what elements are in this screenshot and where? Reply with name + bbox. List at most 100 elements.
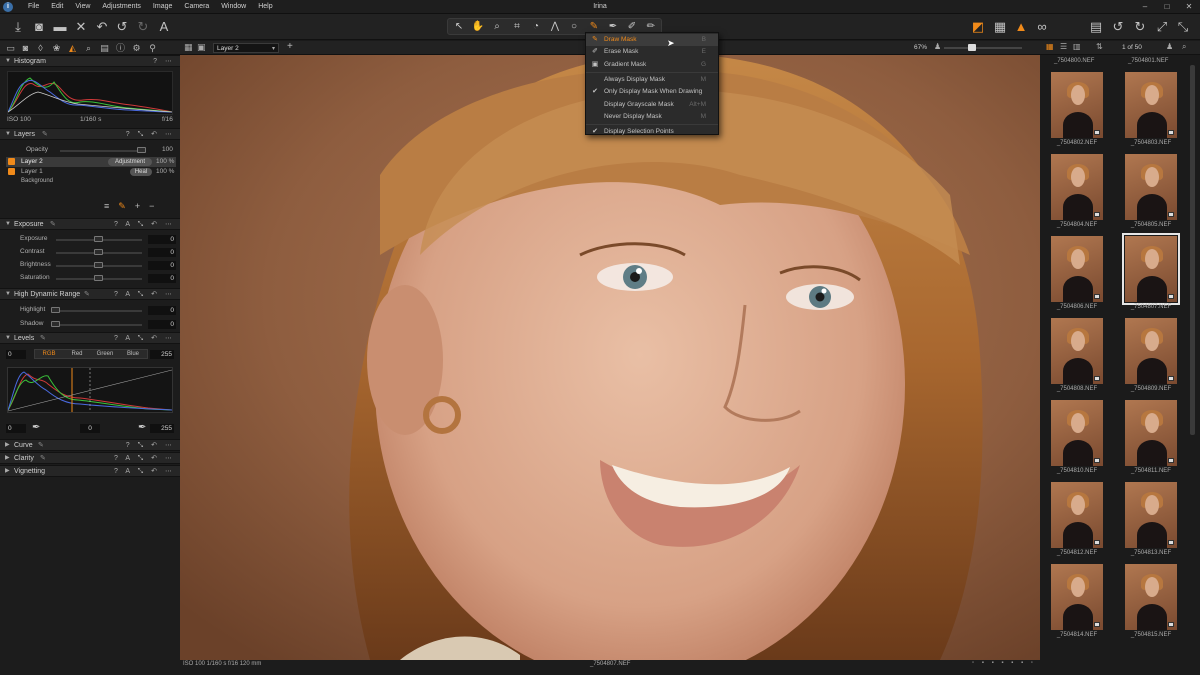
exposure-tab-icon[interactable]: ◭	[66, 42, 79, 54]
viewer-page-dots[interactable]: ▫ ▪ ▪ ▪ ▪ ▪ ▫	[972, 660, 1036, 666]
thumbnail[interactable]: _7504807.NEF	[1114, 232, 1188, 314]
menu-help[interactable]: Help	[252, 0, 278, 14]
saturation-value[interactable]: 0	[148, 274, 176, 283]
thumbnail[interactable]: _7504813.NEF	[1114, 478, 1188, 560]
levels-output-high[interactable]: 255	[150, 424, 174, 433]
shadow-slider[interactable]	[56, 324, 142, 326]
zoom-slider[interactable]	[944, 47, 1022, 49]
maximize-icon[interactable]: □	[1156, 0, 1178, 14]
exposure-slider-handle[interactable]	[94, 236, 103, 242]
select-cursor-icon[interactable]: ↖	[450, 19, 468, 34]
menu-item-display-selection-points[interactable]: ✔ Display Selection Points	[586, 126, 718, 138]
user-icon[interactable]: ♟	[1166, 42, 1173, 51]
channel-blue[interactable]: Blue	[119, 350, 147, 358]
image-viewer[interactable]	[180, 55, 1040, 660]
filmstrip-icon[interactable]: ▥	[1073, 42, 1081, 51]
undo-all-icon[interactable]: ↶	[92, 17, 112, 37]
glasses-icon[interactable]: ∞	[1032, 17, 1052, 37]
menu-item-display-grayscale-mask[interactable]: Display Grayscale Mask Alt+M	[586, 99, 718, 111]
thumbnail[interactable]: _7504804.NEF	[1040, 150, 1114, 232]
menu-file[interactable]: File	[22, 0, 45, 14]
layer-row-layer1[interactable]: Layer 1 Heal 100 %	[6, 167, 176, 177]
menu-view[interactable]: View	[69, 0, 96, 14]
contrast-slider-handle[interactable]	[94, 249, 103, 255]
vignetting-header[interactable]: ▶ Vignetting ? A ⤡ ↶ ⋯	[0, 465, 180, 477]
layer-row-layer2[interactable]: Layer 2 Adjustment 100 %	[6, 157, 176, 167]
keystone-icon[interactable]: ⋀	[546, 19, 564, 34]
menu-window[interactable]: Window	[215, 0, 252, 14]
shadow-value[interactable]: 0	[148, 320, 176, 329]
thumbnail[interactable]: _7504812.NEF	[1040, 478, 1114, 560]
stack-icon[interactable]: ▤	[1086, 17, 1106, 37]
levels-input-low[interactable]: 0	[6, 350, 26, 359]
tool-options-icon[interactable]: ? A ⤡ ↶ ⋯	[114, 466, 175, 477]
layers-header[interactable]: ▼ Layers ✎ ? ⤡ ↶ ⋯	[0, 128, 180, 140]
thumbnail[interactable]: _7504806.NEF	[1040, 232, 1114, 314]
thumbnail[interactable]: _7504815.NEF	[1114, 560, 1188, 642]
minimize-icon[interactable]: –	[1134, 0, 1156, 14]
opacity-slider[interactable]	[60, 150, 145, 152]
menu-item-never-display-mask[interactable]: Never Display Mask M	[586, 111, 718, 123]
menu-item-only-display-mask-when-drawing[interactable]: ✔ Only Display Mask When Drawing	[586, 86, 718, 98]
opacity-slider-handle[interactable]	[137, 147, 146, 153]
tool-options-icon[interactable]: ? A ⤡ ↶ ⋯	[114, 289, 175, 300]
menu-adjustments[interactable]: Adjustments	[96, 0, 147, 14]
undo-icon[interactable]: ↺	[112, 17, 132, 37]
menu-item-gradient-mask[interactable]: ▣ Gradient Mask G	[586, 59, 718, 71]
person-icon[interactable]: ♟	[934, 42, 941, 51]
levels-histogram[interactable]	[7, 367, 173, 413]
exposure-header[interactable]: ▼ Exposure ✎ ? A ⤡ ↶ ⋯	[0, 218, 180, 230]
hdr-header[interactable]: ▼ High Dynamic Range ✎ ? A ⤡ ↶ ⋯	[0, 288, 180, 300]
brightness-value[interactable]: 0	[148, 261, 176, 270]
zoom-icon[interactable]: ⌕	[488, 19, 506, 34]
menu-item-erase-mask[interactable]: ✐ Erase Mask E	[586, 46, 718, 58]
rotate-left-icon[interactable]: ↺	[1108, 17, 1128, 37]
saturation-slider-handle[interactable]	[94, 275, 103, 281]
levels-input-high[interactable]: 255	[150, 350, 174, 359]
close-icon[interactable]: ✕	[1178, 0, 1200, 14]
tool-options-icon[interactable]: ? ⋯	[153, 56, 175, 67]
local-adjustments-tab-icon[interactable]: ▤	[98, 42, 111, 54]
folder-icon[interactable]: ▬	[50, 17, 70, 37]
layer-list-icon[interactable]: ≡	[104, 201, 118, 211]
levels-output-low[interactable]: 0	[6, 424, 26, 433]
tool-options-icon[interactable]: ? A ⤡ ↶ ⋯	[114, 453, 175, 464]
channel-red[interactable]: Red	[63, 350, 91, 358]
sort-icon[interactable]: ⇅	[1096, 42, 1103, 51]
menu-item-draw-mask[interactable]: ✎ Draw Mask B	[586, 34, 718, 46]
library-tab-icon[interactable]: ▭	[4, 42, 17, 54]
shadow-slider-handle[interactable]	[51, 321, 60, 327]
menu-item-always-display-mask[interactable]: Always Display Mask M	[586, 74, 718, 86]
layer-visible-checkbox[interactable]	[8, 168, 15, 175]
levels-header[interactable]: ▼ Levels ✎ ? A ⤡ ↶ ⋯	[0, 332, 180, 344]
warning-icon[interactable]: ▲	[1011, 17, 1031, 37]
browser-scrollbar[interactable]	[1190, 65, 1195, 435]
rotate-right-icon[interactable]: ↻	[1130, 17, 1150, 37]
highlight-slider-handle[interactable]	[51, 307, 60, 313]
menu-edit[interactable]: Edit	[45, 0, 69, 14]
batch-tab-icon[interactable]: ⚲	[146, 42, 159, 54]
black-picker-icon[interactable]: ✒	[32, 422, 40, 433]
exposure-value[interactable]: 0	[148, 235, 176, 244]
remove-layer-icon[interactable]: −	[149, 201, 163, 211]
brightness-slider-handle[interactable]	[94, 262, 103, 268]
layer-brush-icon[interactable]: ✎	[118, 201, 135, 211]
histogram-header[interactable]: ▼ Histogram ? ⋯	[0, 55, 180, 67]
collapse-icon[interactable]: ⤡	[1173, 17, 1193, 37]
white-picker-icon[interactable]: ✒	[138, 422, 146, 433]
redo-icon[interactable]: ↻	[133, 17, 153, 37]
exposure-warning-icon[interactable]: ◩	[968, 17, 988, 37]
grid-view-icon[interactable]: ▦	[1046, 42, 1054, 51]
rotate-icon[interactable]: ◔	[527, 19, 545, 34]
grid-icon[interactable]: ▦	[990, 17, 1010, 37]
expand-icon[interactable]: ⤢	[1152, 17, 1172, 37]
thumbnail[interactable]: _7504805.NEF	[1114, 150, 1188, 232]
curve-header[interactable]: ▶ Curve ✎ ? ⤡ ↶ ⋯	[0, 439, 180, 451]
spot-removal-icon[interactable]: ○	[565, 19, 583, 34]
tool-options-icon[interactable]: ? A ⤡ ↶ ⋯	[114, 333, 175, 344]
lens-tab-icon[interactable]: ◊	[34, 42, 47, 54]
zoom-slider-handle[interactable]	[968, 44, 976, 51]
capture-tab-icon[interactable]: ◙	[19, 42, 32, 54]
highlight-value[interactable]: 0	[148, 306, 176, 315]
contrast-value[interactable]: 0	[148, 248, 176, 257]
